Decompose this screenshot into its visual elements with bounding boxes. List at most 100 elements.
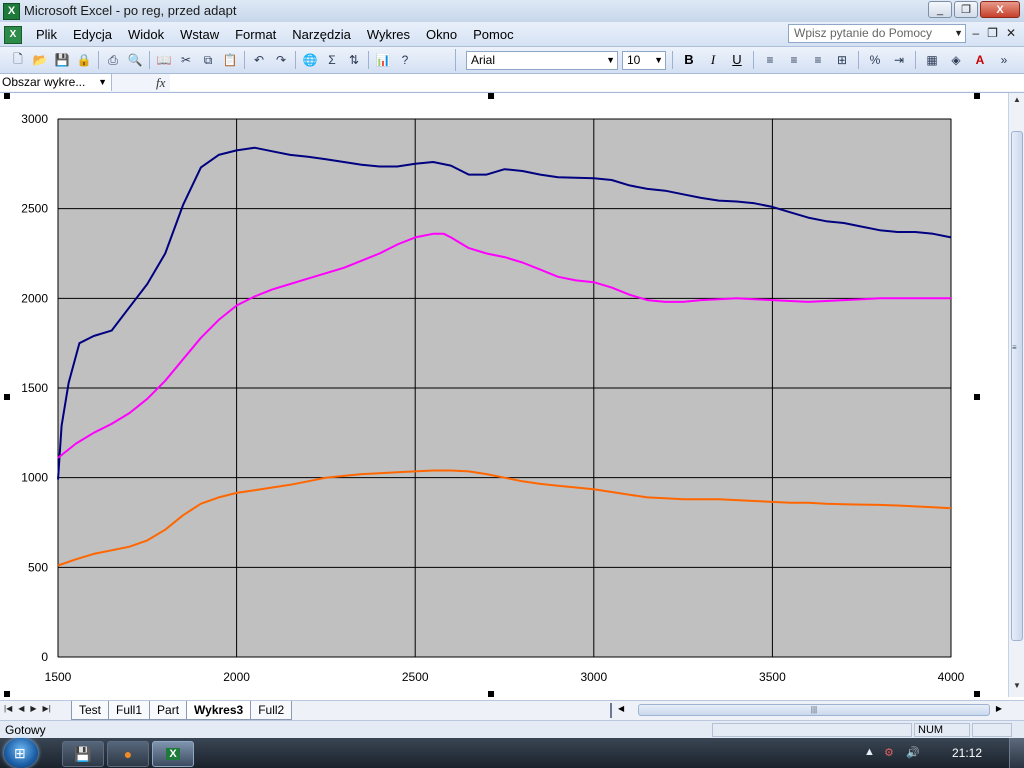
toolbar-row: 🗋 📂 💾 🔒 ⎙ 🔍 📖 ✂ ⧉ 📋 ↶ ↷ 🌐 Σ ⇅ 📊 ? Arial …: [0, 47, 1024, 74]
bold-button[interactable]: B: [679, 50, 699, 70]
chevron-down-icon[interactable]: ▼: [606, 52, 615, 69]
tab-test[interactable]: Test: [71, 701, 110, 720]
horizontal-scrollbar[interactable]: ◀ ||| ▶: [616, 703, 1006, 718]
percent-style-icon[interactable]: %: [865, 50, 885, 70]
underline-button[interactable]: U: [727, 50, 747, 70]
selection-handle[interactable]: [974, 394, 980, 400]
excel-icon[interactable]: X: [3, 3, 20, 20]
align-right-icon[interactable]: ≡: [808, 50, 828, 70]
doc-minimize-icon[interactable]: –: [972, 26, 979, 40]
align-center-icon[interactable]: ≡: [784, 50, 804, 70]
help-icon[interactable]: ?: [395, 50, 415, 70]
copy-icon[interactable]: ⧉: [198, 50, 218, 70]
scroll-down-icon[interactable]: ▼: [1011, 681, 1023, 693]
chevron-down-icon[interactable]: ▼: [98, 74, 107, 91]
formula-input[interactable]: [170, 74, 1024, 91]
selection-handle[interactable]: [4, 93, 10, 99]
paste-icon[interactable]: 📋: [220, 50, 240, 70]
selection-handle[interactable]: [488, 93, 494, 99]
restore-button[interactable]: ❐: [954, 1, 978, 18]
chevron-down-icon[interactable]: ▼: [954, 25, 963, 42]
selection-handle[interactable]: [974, 93, 980, 99]
vertical-scroll-thumb[interactable]: [1011, 131, 1023, 641]
scroll-up-icon[interactable]: ▲: [1011, 95, 1023, 107]
menu-edycja[interactable]: Edycja: [65, 27, 120, 42]
menu-plik[interactable]: Plik: [36, 27, 65, 42]
next-sheet-icon[interactable]: ▶: [30, 704, 36, 713]
font-color-icon[interactable]: A: [970, 50, 990, 70]
menu-widok[interactable]: Widok: [120, 27, 172, 42]
close-button[interactable]: X: [980, 1, 1020, 18]
autosum-icon[interactable]: Σ: [322, 50, 342, 70]
research-icon[interactable]: 📖: [154, 50, 174, 70]
doc-restore-icon[interactable]: ❐: [987, 26, 998, 40]
prev-sheet-icon[interactable]: ◀: [18, 704, 24, 713]
doc-close-icon[interactable]: ✕: [1006, 26, 1016, 40]
menu-wstaw[interactable]: Wstaw: [172, 27, 227, 42]
print-preview-icon[interactable]: 🔍: [125, 50, 145, 70]
fill-color-icon[interactable]: ◈: [946, 50, 966, 70]
first-sheet-icon[interactable]: |◀: [4, 704, 12, 713]
tab-full1[interactable]: Full1: [108, 701, 151, 720]
formatting-toolbar: Arial ▼ 10 ▼ B I U ≡ ≡ ≡ ⊞ % ⇥ ▦ ◈ A »: [462, 49, 1022, 71]
show-hidden-icons-icon[interactable]: ▲: [864, 746, 875, 758]
horizontal-scroll-thumb[interactable]: |||: [638, 704, 990, 716]
start-button[interactable]: ⊞: [4, 738, 38, 768]
redo-icon[interactable]: ↷: [271, 50, 291, 70]
menu-wykres[interactable]: Wykres: [359, 27, 418, 42]
menu-pomoc[interactable]: Pomoc: [465, 27, 521, 42]
merge-center-icon[interactable]: ⊞: [832, 50, 852, 70]
help-search-input[interactable]: Wpisz pytanie do Pomocy ▼: [788, 24, 966, 43]
scroll-left-icon[interactable]: ◀: [618, 704, 624, 713]
indent-icon[interactable]: ⇥: [889, 50, 909, 70]
clock[interactable]: 21:12: [952, 746, 982, 760]
tab-split-handle[interactable]: [610, 703, 612, 718]
sort-icon[interactable]: ⇅: [344, 50, 364, 70]
selection-handle[interactable]: [4, 691, 10, 697]
toolbar-options-icon[interactable]: »: [994, 50, 1014, 70]
chart-area[interactable]: 0 500 1000 1500 2000 2500 3000 1500 2000 2500 300…: [0, 93, 984, 697]
scroll-right-icon[interactable]: ▶: [996, 704, 1002, 713]
selection-handle[interactable]: [488, 691, 494, 697]
status-text: Gotowy: [5, 723, 46, 737]
print-icon[interactable]: ⎙: [103, 50, 123, 70]
tab-wykres3[interactable]: Wykres3: [186, 701, 252, 720]
x-tick-label: 1500: [45, 670, 72, 684]
font-size-select[interactable]: 10 ▼: [622, 50, 666, 70]
chart-wizard-icon[interactable]: 📊: [373, 50, 393, 70]
permission-icon[interactable]: 🔒: [74, 50, 94, 70]
open-icon[interactable]: 📂: [30, 50, 50, 70]
chart-svg[interactable]: 0 500 1000 1500 2000 2500 3000 1500 2000 2500 300…: [0, 93, 984, 697]
show-desktop-button[interactable]: [1009, 738, 1024, 768]
selection-handle[interactable]: [974, 691, 980, 697]
minimize-button[interactable]: _: [928, 1, 952, 18]
fx-icon[interactable]: fx: [156, 75, 165, 91]
volume-icon[interactable]: 🔊: [906, 746, 920, 759]
taskbar-firefox[interactable]: ●: [107, 741, 149, 767]
menu-okno[interactable]: Okno: [418, 27, 465, 42]
italic-button[interactable]: I: [703, 50, 723, 70]
vertical-scrollbar[interactable]: ▲ ≡ ▼: [1008, 93, 1024, 697]
borders-icon[interactable]: ▦: [922, 50, 942, 70]
cut-icon[interactable]: ✂: [176, 50, 196, 70]
chevron-down-icon[interactable]: ▼: [654, 52, 663, 69]
menu-format[interactable]: Format: [227, 27, 284, 42]
font-name-select[interactable]: Arial ▼: [466, 50, 618, 70]
tab-full2[interactable]: Full2: [250, 701, 293, 720]
tab-part[interactable]: Part: [149, 701, 188, 720]
align-left-icon[interactable]: ≡: [760, 50, 780, 70]
undo-icon[interactable]: ↶: [249, 50, 269, 70]
taskbar-save-app[interactable]: 💾: [62, 741, 104, 767]
taskbar-excel[interactable]: X: [152, 741, 194, 767]
selection-handle[interactable]: [4, 394, 10, 400]
last-sheet-icon[interactable]: ▶|: [43, 704, 51, 713]
save-icon[interactable]: 💾: [52, 50, 72, 70]
name-box[interactable]: Obszar wykre... ▼: [0, 74, 112, 91]
status-panel-empty: [712, 723, 912, 737]
network-alert-icon[interactable]: ⚙: [884, 746, 894, 759]
chart-document-icon[interactable]: X: [4, 26, 22, 44]
menu-narzedzia[interactable]: Narzędzia: [284, 27, 359, 42]
new-icon[interactable]: 🗋: [8, 50, 28, 70]
hyperlink-icon[interactable]: 🌐: [300, 50, 320, 70]
separator: [295, 51, 296, 69]
